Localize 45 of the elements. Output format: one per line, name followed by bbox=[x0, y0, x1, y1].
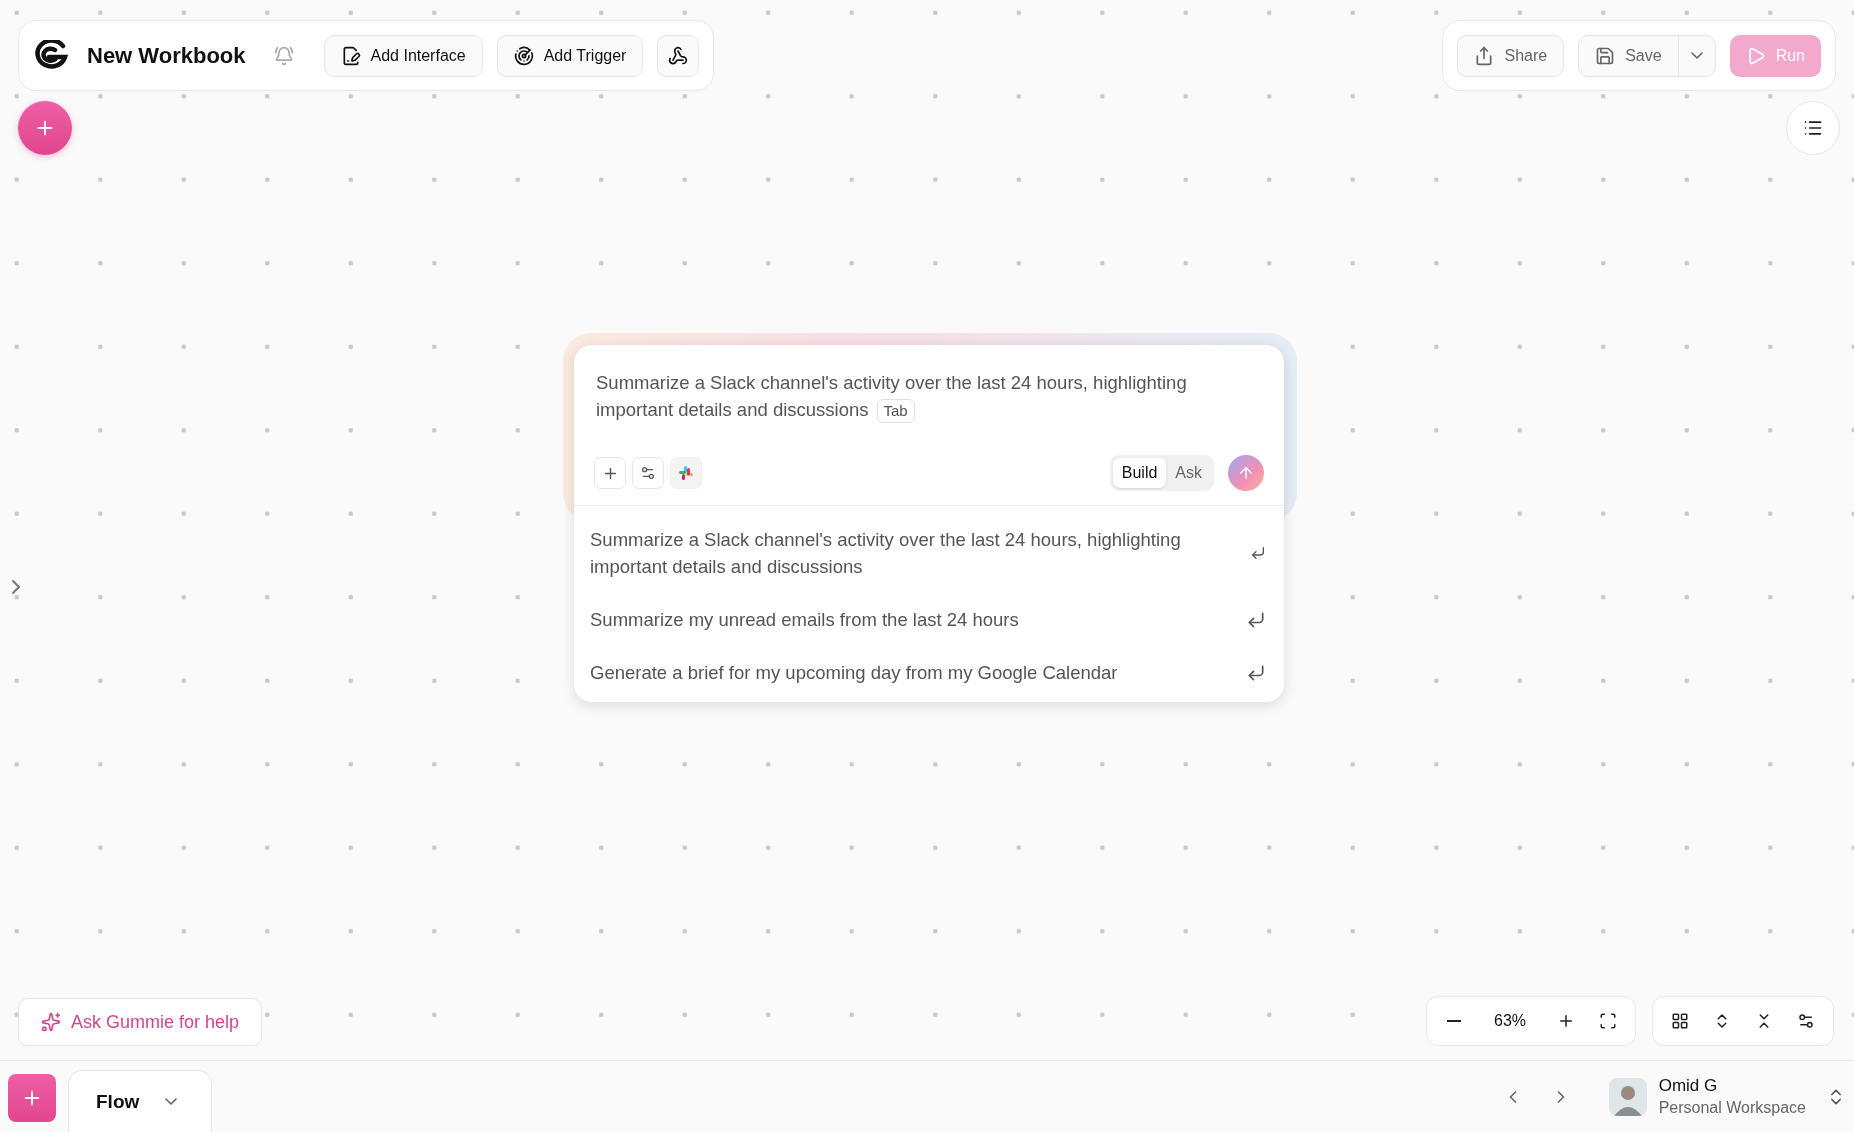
bell-icon[interactable] bbox=[273, 45, 294, 66]
toolbar-button[interactable]: Add Interface bbox=[323, 34, 483, 77]
chevron-down-icon bbox=[1690, 52, 1703, 59]
workspace-switcher[interactable]: Omid G Personal Workspace bbox=[1608, 1076, 1846, 1117]
list-icon bbox=[1803, 118, 1823, 138]
workbook-title: New Workbook bbox=[87, 42, 246, 69]
grid-icon bbox=[1671, 1012, 1689, 1030]
zoom-level: 63% bbox=[1493, 1012, 1527, 1030]
add-page-button[interactable] bbox=[8, 1074, 56, 1122]
minus-icon bbox=[1447, 1020, 1461, 1022]
suggestion-item[interactable]: Summarize a Slack channel's activity over the last 24 hours, highlighting important details and discussions bbox=[574, 506, 1284, 593]
sparkles-icon bbox=[41, 1012, 61, 1032]
add-node-button[interactable] bbox=[18, 101, 72, 155]
settings-button[interactable] bbox=[632, 457, 664, 489]
suggestion-item[interactable]: Generate a brief for my upcoming day from my Google Calendar bbox=[574, 646, 1284, 702]
share-button[interactable]: Share bbox=[1457, 34, 1565, 77]
slack-button[interactable] bbox=[670, 457, 702, 489]
radar-icon bbox=[513, 45, 534, 66]
add-button[interactable] bbox=[594, 457, 626, 489]
enter-icon bbox=[1250, 545, 1266, 561]
flow-tab[interactable]: Flow bbox=[68, 1070, 212, 1132]
share-icon bbox=[1474, 45, 1495, 66]
logo-icon bbox=[33, 39, 69, 72]
save-button[interactable]: Save bbox=[1579, 35, 1678, 76]
tab-key-hint: Tab bbox=[876, 399, 915, 423]
settings-icon bbox=[1797, 1012, 1815, 1030]
outline-button[interactable] bbox=[1786, 101, 1840, 155]
mode-tab[interactable]: Ask bbox=[1166, 458, 1211, 488]
settings-icon bbox=[640, 465, 656, 481]
send-button[interactable] bbox=[1228, 455, 1264, 491]
user-name: Omid G bbox=[1658, 1076, 1719, 1096]
toolbar-button[interactable]: Add Trigger bbox=[496, 34, 644, 77]
slack-icon bbox=[678, 465, 694, 481]
plus-icon bbox=[1557, 1012, 1575, 1030]
mode-tab[interactable]: Build bbox=[1112, 458, 1167, 488]
webhook-icon bbox=[668, 45, 689, 66]
workspace-name: Personal Workspace bbox=[1658, 1099, 1806, 1117]
suggestion-item[interactable]: Summarize my unread emails from the last 24 hours bbox=[574, 593, 1284, 646]
help-button[interactable]: Ask Gummie for help bbox=[18, 998, 263, 1046]
chevron-down-icon bbox=[165, 1098, 178, 1105]
avatar bbox=[1608, 1077, 1647, 1116]
fullscreen-icon bbox=[1599, 1012, 1617, 1030]
webhook-button[interactable] bbox=[657, 34, 700, 77]
save-icon bbox=[1595, 45, 1616, 66]
prompt-text[interactable]: Summarize a Slack channel's activity over the last 24 hours, highlighting important details and discussions Tab bbox=[574, 345, 1284, 455]
